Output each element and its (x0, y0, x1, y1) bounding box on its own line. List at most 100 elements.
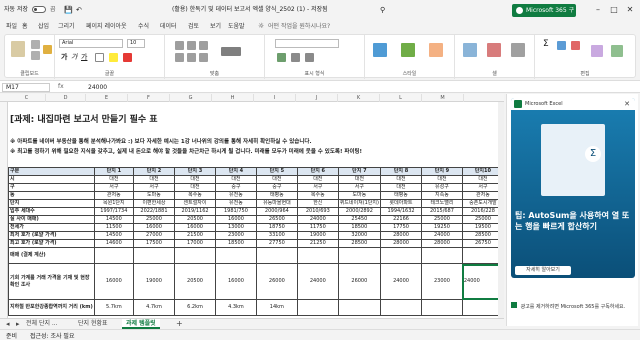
tab-home[interactable]: 홈 (22, 21, 28, 32)
table-cell[interactable]: 20500 (173, 263, 217, 300)
table-cell[interactable]: 16000 (173, 223, 217, 232)
align-middle-icon[interactable] (187, 41, 196, 50)
cut-icon[interactable] (31, 40, 40, 49)
tell-me-search[interactable]: 어떤 작업을 원하시나요? (268, 21, 330, 32)
table-cell[interactable]: 23000 (421, 263, 463, 300)
table-cell[interactable] (379, 299, 423, 316)
sort-filter-icon[interactable] (591, 45, 603, 57)
table-cell[interactable]: 관저동 (93, 191, 134, 200)
merge-center-icon[interactable] (221, 47, 241, 56)
col-header-g[interactable]: G (170, 94, 212, 102)
table-cell[interactable]: 대전 (421, 175, 463, 184)
minimize-icon[interactable]: – (592, 4, 604, 16)
table-cell[interactable]: 지족동 (421, 191, 463, 200)
table-cell[interactable]: 2019/1162 (173, 207, 217, 216)
learn-more-button[interactable]: 자세히 알아보기 (515, 266, 571, 275)
tab-review[interactable]: 검토 (188, 21, 199, 32)
row-label-cell[interactable]: 단지 (8, 199, 95, 208)
table-cell[interactable]: 2022/1881 (132, 207, 175, 216)
table-cell[interactable]: 25000 (132, 215, 175, 224)
table-cell[interactable]: 4.7km (132, 299, 175, 316)
table-cell[interactable]: 단지 1 (93, 167, 134, 176)
insert-cells-icon[interactable] (463, 43, 477, 57)
autosum-icon[interactable]: Σ (543, 39, 549, 49)
formula-input[interactable]: 24000 (88, 83, 107, 92)
table-cell[interactable]: 서구 (93, 183, 134, 192)
table-cell[interactable]: 16000 (215, 215, 257, 224)
table-cell[interactable]: 24000 (421, 231, 463, 240)
maximize-icon[interactable]: □ (608, 4, 620, 16)
row-label-cell[interactable]: 기회 가계를 거래 가격을 기재 및 현장 확인 조사 (8, 263, 95, 300)
table-cell[interactable] (132, 247, 175, 264)
autosave-toggle[interactable] (32, 6, 46, 13)
pane-footer-text[interactable]: 광고를 제거하려면 Microsoft 365를 구독하세요. (521, 304, 626, 310)
table-cell[interactable]: 대전 (379, 175, 423, 184)
table-cell[interactable]: 18500 (215, 239, 257, 248)
italic-icon[interactable]: 가 (71, 52, 77, 62)
table-cell[interactable]: 27000 (132, 231, 175, 240)
table-cell[interactable]: 1997/1734 (93, 207, 134, 216)
table-cell[interactable]: 단지 3 (173, 167, 217, 176)
font-color-icon[interactable] (123, 53, 132, 62)
tab-data[interactable]: 데이터 (160, 21, 177, 32)
table-cell[interactable]: 18500 (337, 223, 382, 232)
table-cell[interactable]: 한신 (296, 199, 339, 208)
table-cell[interactable] (421, 299, 463, 316)
row-label-cell[interactable]: 지하철 반포한강종합역까지 거리 (km) (8, 299, 95, 316)
col-header-i[interactable]: I (254, 94, 296, 102)
sheet-tab-1[interactable]: 전체 단지 ... (22, 319, 62, 329)
col-header-d[interactable]: D (46, 94, 86, 102)
table-cell[interactable]: 14500 (93, 231, 134, 240)
table-cell[interactable]: 중구 (255, 183, 298, 192)
align-right-icon[interactable] (199, 53, 208, 62)
row-label-cell[interactable]: 구분 (8, 167, 95, 176)
table-cell[interactable]: 단지 4 (215, 167, 257, 176)
row-label-cell[interactable]: 동 (8, 191, 95, 200)
table-cell[interactable]: 대전 (379, 183, 423, 192)
border-icon[interactable] (95, 53, 104, 62)
table-cell[interactable]: 2000/2892 (337, 207, 382, 216)
col-header-c[interactable]: C (8, 94, 46, 102)
table-cell[interactable]: 14km (255, 299, 298, 316)
table-cell[interactable]: 21250 (296, 239, 339, 248)
copy-icon[interactable] (31, 51, 40, 60)
table-cell[interactable]: 14500 (93, 215, 134, 224)
table-cell[interactable]: 11500 (93, 223, 134, 232)
table-cell[interactable]: 도마동 (337, 191, 382, 200)
table-cell[interactable]: 17750 (379, 223, 423, 232)
row-label-cell[interactable]: 시 (8, 175, 95, 184)
table-cell[interactable]: 24000 (379, 263, 423, 300)
table-cell[interactable] (337, 299, 382, 316)
table-cell[interactable]: 대전 (173, 183, 217, 192)
table-cell[interactable] (255, 247, 298, 264)
table-cell[interactable]: 대전 (215, 175, 257, 184)
table-cell[interactable] (379, 247, 423, 264)
fill-icon[interactable] (557, 41, 566, 50)
table-cell[interactable]: 14600 (93, 239, 134, 248)
clear-icon[interactable] (571, 41, 580, 50)
conditional-format-icon[interactable] (373, 43, 387, 57)
table-cell[interactable]: 33100 (255, 231, 298, 240)
table-cell[interactable]: 2015/687 (421, 207, 463, 216)
table-cell[interactable]: 단지 5 (255, 167, 298, 176)
close-icon[interactable]: ✕ (624, 4, 636, 16)
table-cell[interactable]: 대전 (296, 175, 339, 184)
table-cell[interactable]: 단지 8 (379, 167, 423, 176)
cell-styles-icon[interactable] (429, 43, 443, 57)
find-select-icon[interactable] (611, 45, 623, 57)
row-label-cell[interactable]: 입주 세대수 (8, 207, 95, 216)
col-header-e[interactable]: E (86, 94, 128, 102)
align-left-icon[interactable] (175, 53, 184, 62)
paste-icon[interactable] (11, 41, 25, 57)
table-cell[interactable]: 1994/1632 (379, 207, 423, 216)
table-cell[interactable]: 19000 (132, 263, 175, 300)
table-cell[interactable]: 2000/964 (255, 207, 298, 216)
table-cell[interactable]: 중구 (215, 183, 257, 192)
search-icon[interactable]: ⚲ (380, 4, 385, 16)
row-label-cell[interactable]: 실 사이 매매) (8, 215, 95, 224)
table-cell[interactable]: 26000 (255, 263, 298, 300)
table-cell[interactable]: 대전 (173, 175, 217, 184)
table-cell[interactable]: 28000 (379, 231, 423, 240)
table-cell[interactable]: 대전 (93, 175, 134, 184)
table-cell[interactable]: 28000 (421, 239, 463, 248)
